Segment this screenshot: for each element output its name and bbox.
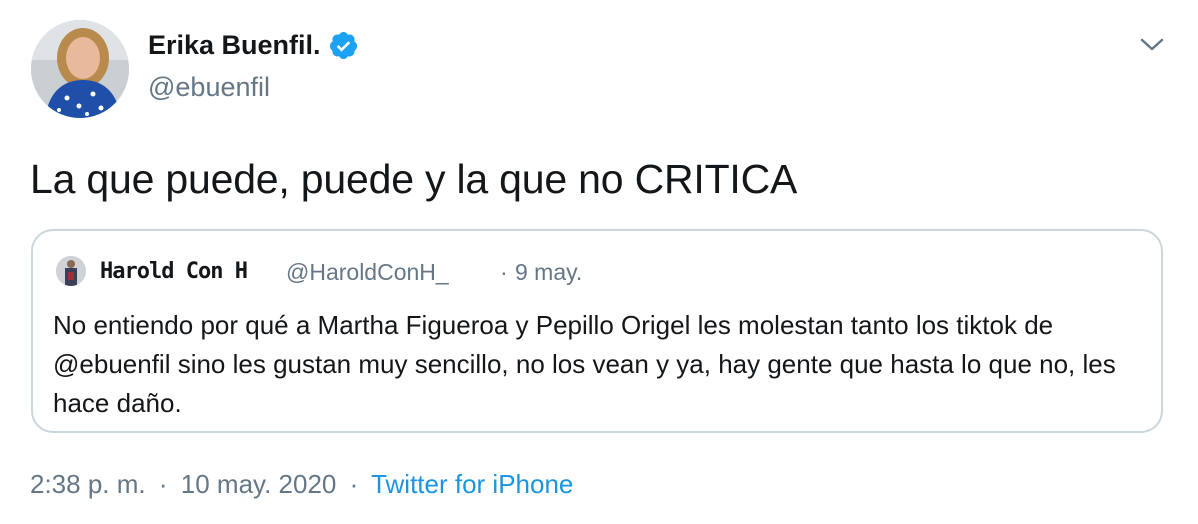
footer-separator: · bbox=[158, 469, 168, 499]
tweet-time[interactable]: 2:38 p. m. bbox=[30, 469, 146, 499]
author-handle[interactable]: @ebuenfil bbox=[148, 72, 270, 103]
quoted-author-handle: @HaroldConH_ bbox=[286, 259, 449, 285]
quoted-date: 9 may. bbox=[515, 259, 583, 285]
quoted-text: No entiendo por qué a Martha Figueroa y … bbox=[53, 310, 1116, 418]
footer-separator: · bbox=[349, 469, 359, 499]
author-name-text: Erika Buenfil. bbox=[148, 30, 321, 60]
quoted-tweet[interactable]: Harold Con H @HaroldConH_ · 9 may. No en… bbox=[31, 229, 1163, 433]
quoted-separator: · bbox=[500, 259, 508, 285]
author-avatar[interactable] bbox=[31, 20, 129, 118]
quoted-author-avatar bbox=[56, 256, 86, 286]
tweet-card: Erika Buenfil. @ebuenfil La que puede, p… bbox=[0, 0, 1198, 524]
tweet-text: La que puede, puede y la que no CRITICA bbox=[30, 156, 798, 202]
tweet-date[interactable]: 10 may. 2020 bbox=[181, 469, 337, 499]
verified-badge-icon bbox=[328, 30, 359, 61]
author-name[interactable]: Erika Buenfil. bbox=[148, 30, 359, 61]
chevron-down-icon[interactable] bbox=[1138, 33, 1166, 55]
tweet-footer: 2:38 p. m. · 10 may. 2020 · Twitter for … bbox=[30, 469, 573, 500]
quoted-author-name: Harold Con H bbox=[100, 259, 248, 284]
tweet-source-link[interactable]: Twitter for iPhone bbox=[371, 469, 573, 499]
